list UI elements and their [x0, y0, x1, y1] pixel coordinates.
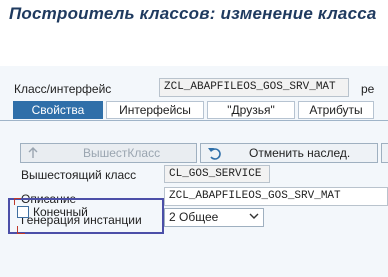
chevron-down-icon — [249, 209, 259, 226]
tab-friends[interactable]: "Друзья" — [207, 101, 295, 119]
tab-properties[interactable]: Свойства — [13, 101, 103, 119]
superclass-field: CL_GOS_SERVICE — [164, 165, 270, 183]
tab-attributes[interactable]: Атрибуты — [298, 101, 374, 119]
superclass-label: Вышестоящий класс — [21, 168, 137, 182]
next-button-partial[interactable] — [381, 143, 388, 163]
application-toolbar — [0, 34, 388, 94]
undo-inherit-button-label: Отменить наслед. — [249, 146, 351, 160]
tab-interfaces[interactable]: Интерфейсы — [106, 101, 204, 119]
header-cut-label: ре — [361, 82, 375, 96]
marker-corner — [14, 198, 21, 205]
marker-corner — [17, 226, 25, 234]
superclass-button[interactable]: ВышестКласс — [20, 143, 197, 163]
instantiation-select[interactable]: 2 Общее — [164, 208, 264, 227]
undo-icon — [207, 145, 221, 166]
undo-inherit-button[interactable]: Отменить наслед. — [200, 143, 378, 163]
superclass-button-icon — [27, 144, 39, 167]
final-label: Конечный — [33, 205, 88, 219]
instantiation-select-value: 2 Общее — [169, 210, 219, 224]
superclass-button-label: ВышестКласс — [83, 146, 161, 160]
description-field[interactable]: ZCL_ABAPFILEOS_GOS_SRV_MAT — [164, 187, 388, 206]
title-bar: Построитель классов: изменение класса — [0, 0, 388, 34]
class-interface-label: Класс/интерфейс — [14, 82, 112, 96]
class-interface-field: ZCL_ABAPFILEOS_GOS_SRV_MAT — [159, 78, 349, 97]
window-title: Построитель классов: изменение класса — [9, 4, 377, 23]
final-checkbox[interactable] — [17, 206, 29, 218]
